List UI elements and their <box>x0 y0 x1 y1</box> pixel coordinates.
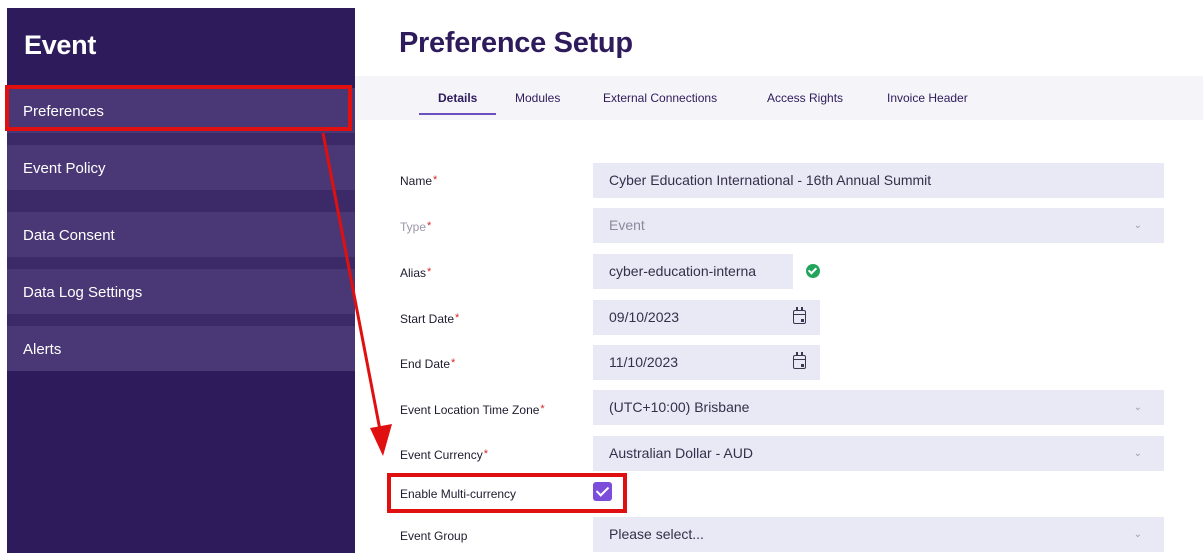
annotation-arrow <box>321 132 392 456</box>
